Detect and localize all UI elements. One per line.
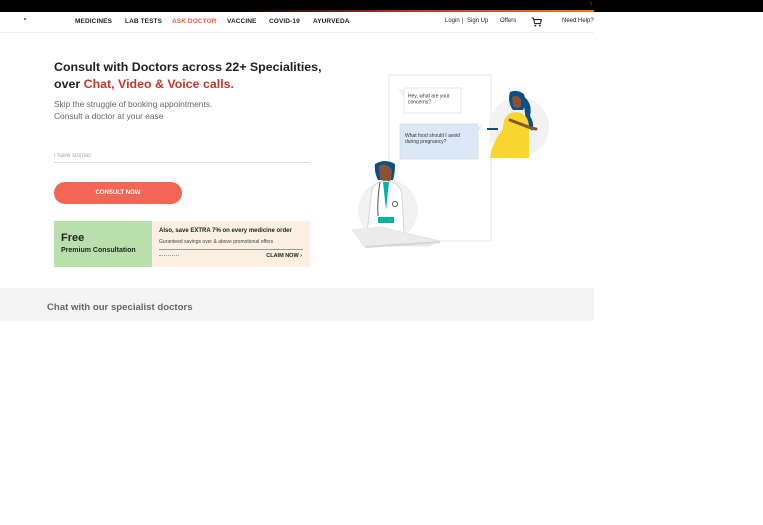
- logo[interactable]: [20, 16, 42, 28]
- offers-link[interactable]: Offers: [500, 18, 516, 24]
- cart-icon[interactable]: [531, 17, 542, 27]
- specialists-section: Chat with our specialist doctors: [0, 288, 594, 321]
- subtitle-line-1: Skip the struggle of booking appointment…: [54, 99, 213, 109]
- nav-item-ask-doctor[interactable]: ASK DOCTOR: [172, 18, 217, 25]
- promo-banner[interactable]: Free Premium Consultation Also, save EXT…: [54, 221, 310, 267]
- promo-headline: Also, save EXTRA 7% on every medicine or…: [159, 228, 292, 234]
- nav-item-lab-tests[interactable]: LAB TESTS: [125, 18, 162, 25]
- page-title: Consult with Doctors across 22+ Speciali…: [54, 59, 324, 92]
- title-line-2-prefix: over: [54, 76, 84, 91]
- bubble-1-line-2: concerns?: [408, 100, 431, 106]
- section-title: Chat with our specialist doctors: [47, 302, 193, 313]
- consult-now-button[interactable]: CONSULT NOW: [54, 182, 182, 204]
- promo-premium-label: Premium Consultation: [61, 247, 136, 254]
- need-help-link[interactable]: Need Help?: [562, 18, 594, 24]
- subtitle-line-2: Consult a doctor at your ease: [54, 110, 164, 121]
- nav-item-covid-19[interactable]: COVID-19: [269, 18, 300, 25]
- promo-subtext: Guranteed savings over & above promotion…: [159, 239, 274, 245]
- promo-left-panel: Free Premium Consultation: [54, 221, 152, 267]
- arrow-up-icon: ↑: [589, 1, 593, 8]
- hero-subtitle: Skip the struggle of booking appointment…: [54, 99, 324, 122]
- title-highlight: Chat, Video & Voice calls.: [83, 76, 234, 91]
- promo-free-label: Free: [61, 232, 85, 244]
- nav-separator: |: [462, 18, 464, 24]
- title-line-1: Consult with Doctors across 22+ Speciali…: [54, 60, 322, 74]
- header: MEDICINES LAB TESTS ASK DOCTOR VACCINE C…: [0, 12, 594, 33]
- promo-right-panel: Also, save EXTRA 7% on every medicine or…: [152, 221, 310, 267]
- claim-now-link[interactable]: CLAIM NOW ›: [266, 253, 302, 259]
- signup-link[interactable]: Sign Up: [467, 18, 488, 24]
- nav-item-ayurveda[interactable]: AYURVEDA: [313, 18, 350, 25]
- nav-item-medicines[interactable]: MEDICINES: [75, 18, 112, 25]
- login-link[interactable]: Login: [445, 18, 460, 24]
- promo-divider: [159, 249, 303, 250]
- patient-figure: [487, 90, 549, 158]
- symptom-input[interactable]: [54, 149, 310, 163]
- promo-dots: [159, 255, 179, 258]
- bubble-2-line-2: during pregnancy?: [405, 139, 447, 145]
- nav-item-vaccine[interactable]: VACCINE: [227, 18, 256, 25]
- consultation-illustration: Hey, what are your concerns? What food s…: [351, 74, 549, 248]
